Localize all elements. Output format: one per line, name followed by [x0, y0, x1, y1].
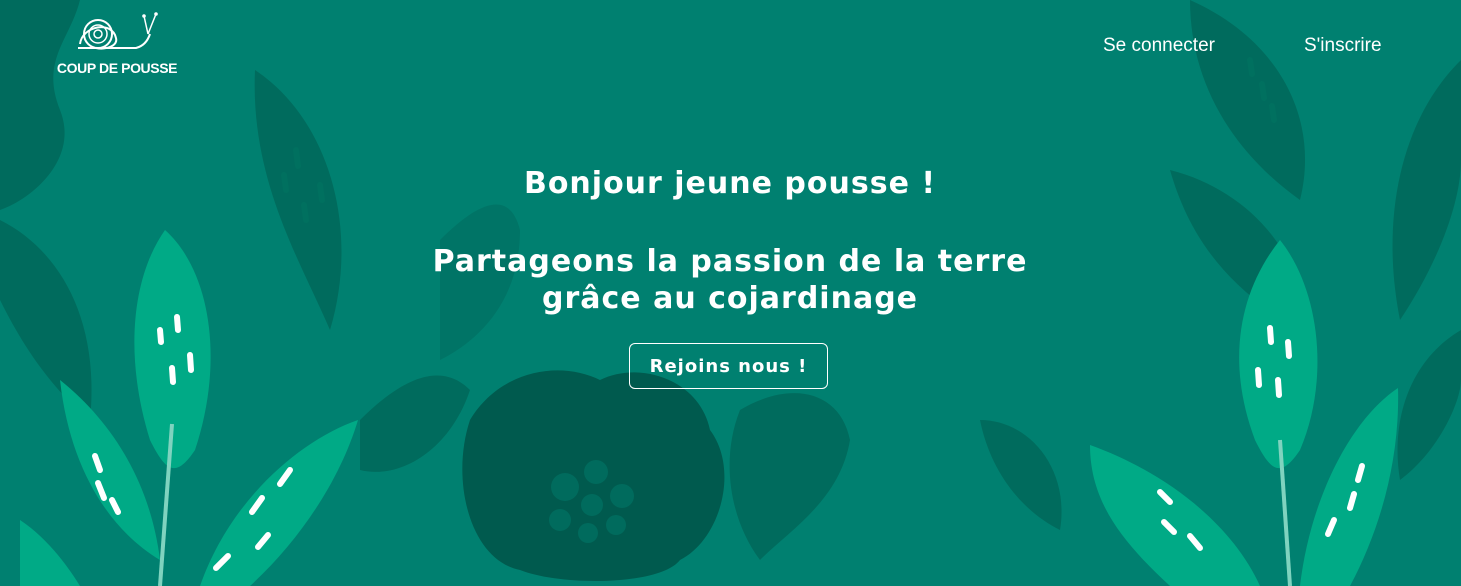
hero-title: Bonjour jeune pousse !	[523, 166, 937, 201]
signup-link[interactable]: S'inscrire	[1304, 35, 1382, 57]
join-button[interactable]: Rejoins nous !	[629, 343, 828, 389]
logo-text: COUP DE POUSSE	[56, 60, 178, 76]
login-link[interactable]: Se connecter	[1103, 35, 1215, 57]
logo[interactable]: COUP DE POUSSE	[54, 10, 180, 78]
snail-icon	[78, 12, 158, 50]
hero-subtitle: Partageons la passion de la terre grâce …	[432, 244, 1028, 316]
